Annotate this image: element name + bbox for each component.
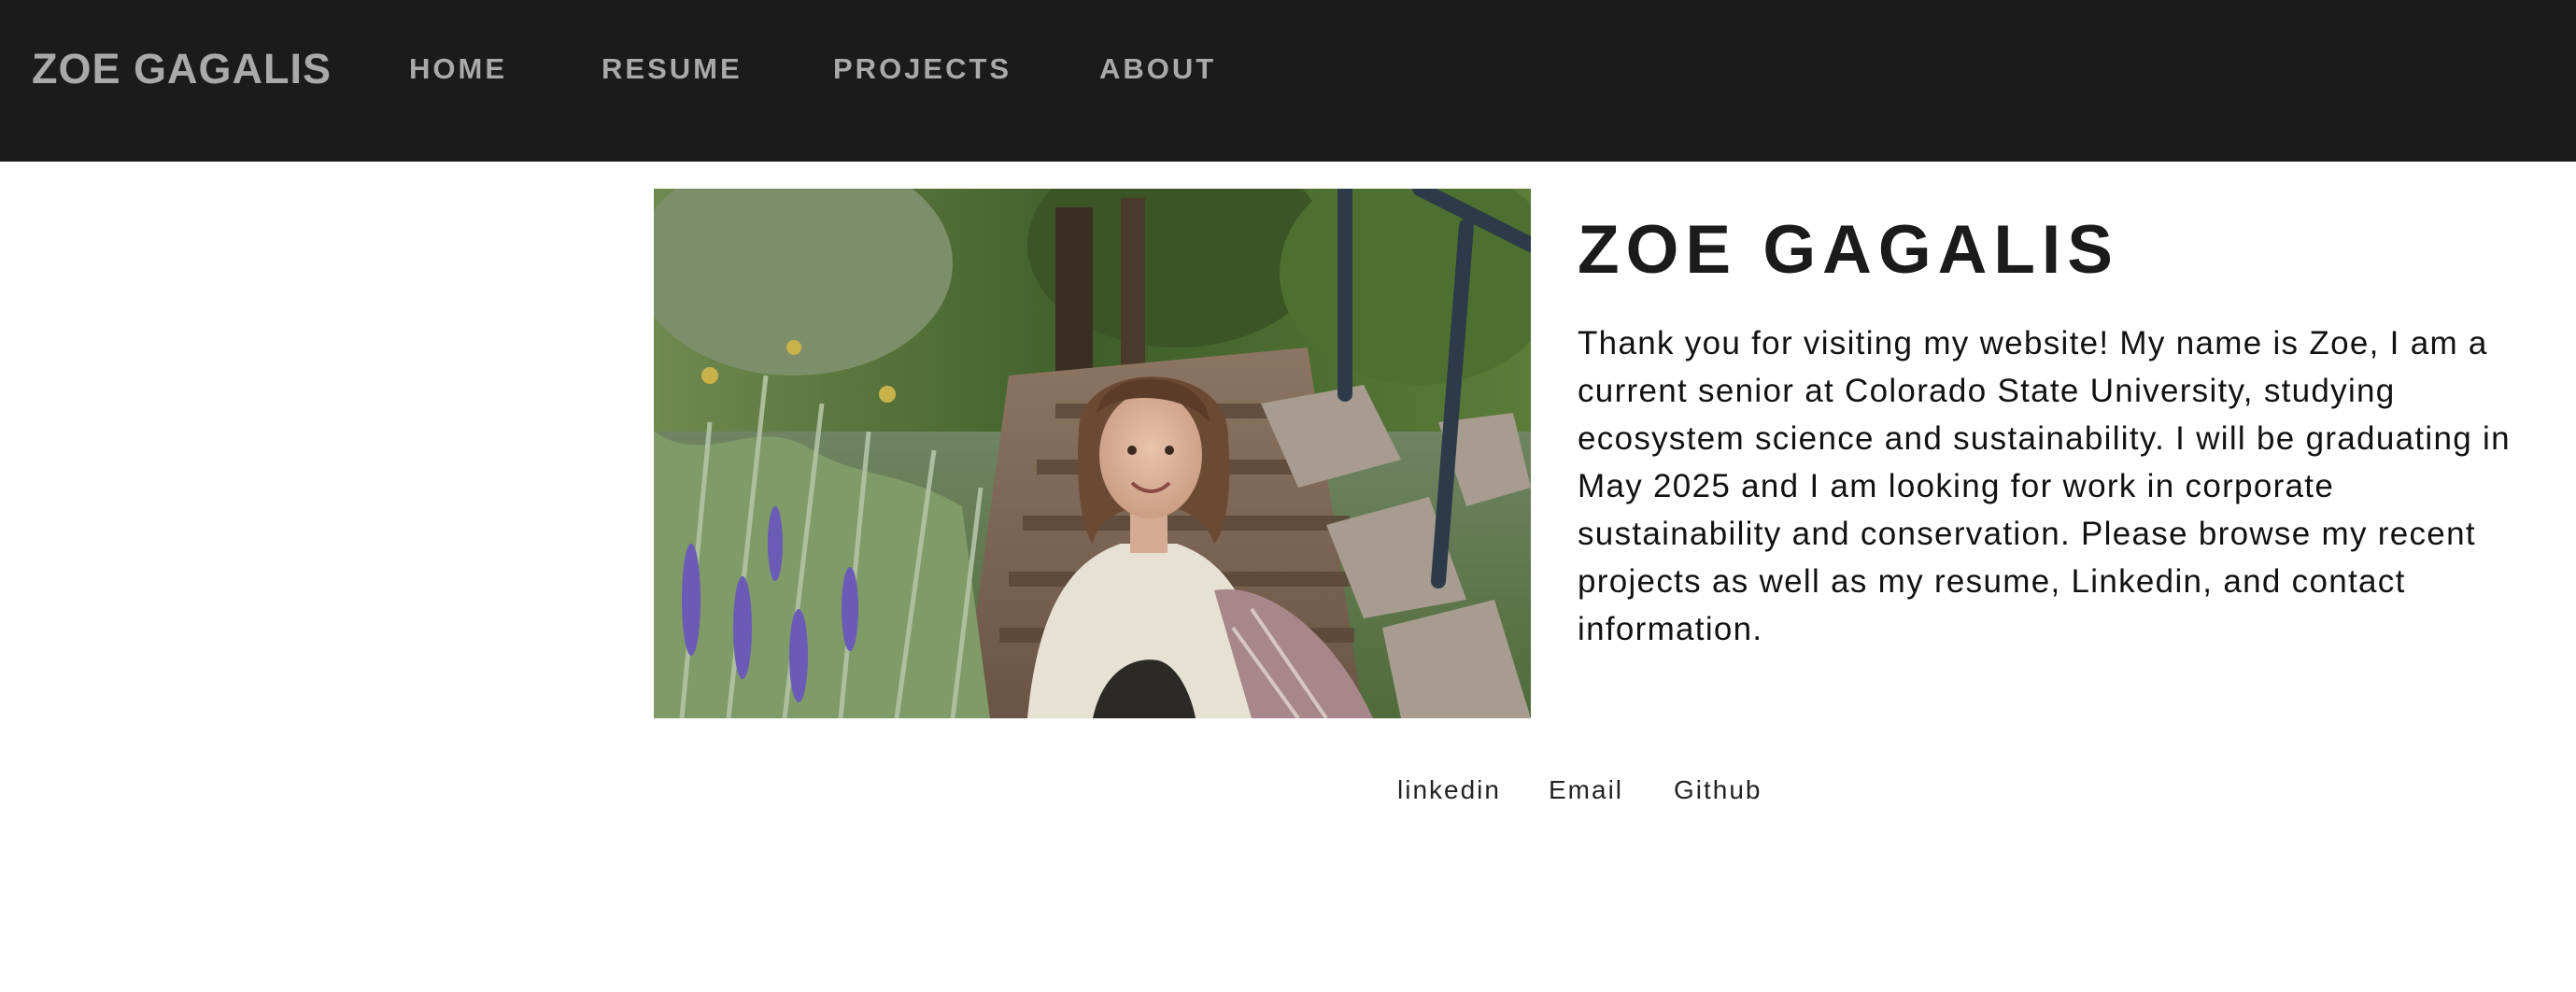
github-link[interactable]: Github xyxy=(1674,770,1762,811)
email-link[interactable]: Email xyxy=(1549,770,1623,811)
portrait-photo-illustration xyxy=(654,189,1531,718)
social-links: linkedin Email Github xyxy=(0,770,2576,811)
site-brand-link[interactable]: ZOE GAGALIS xyxy=(32,43,332,95)
nav-link-projects[interactable]: PROJECTS xyxy=(833,52,1012,86)
nav-link-about[interactable]: ABOUT xyxy=(1099,52,1216,86)
page-title: ZOE GAGALIS xyxy=(1578,212,2119,288)
nav-link-home[interactable]: HOME xyxy=(409,52,507,86)
nav-link-resume[interactable]: RESUME xyxy=(602,52,743,86)
linkedin-link[interactable]: linkedin xyxy=(1397,770,1501,811)
intro-paragraph: Thank you for visiting my website! My na… xyxy=(1578,325,2511,647)
top-navbar: ZOE GAGALIS HOME RESUME PROJECTS ABOUT xyxy=(0,0,2576,162)
profile-photo xyxy=(654,189,1531,718)
